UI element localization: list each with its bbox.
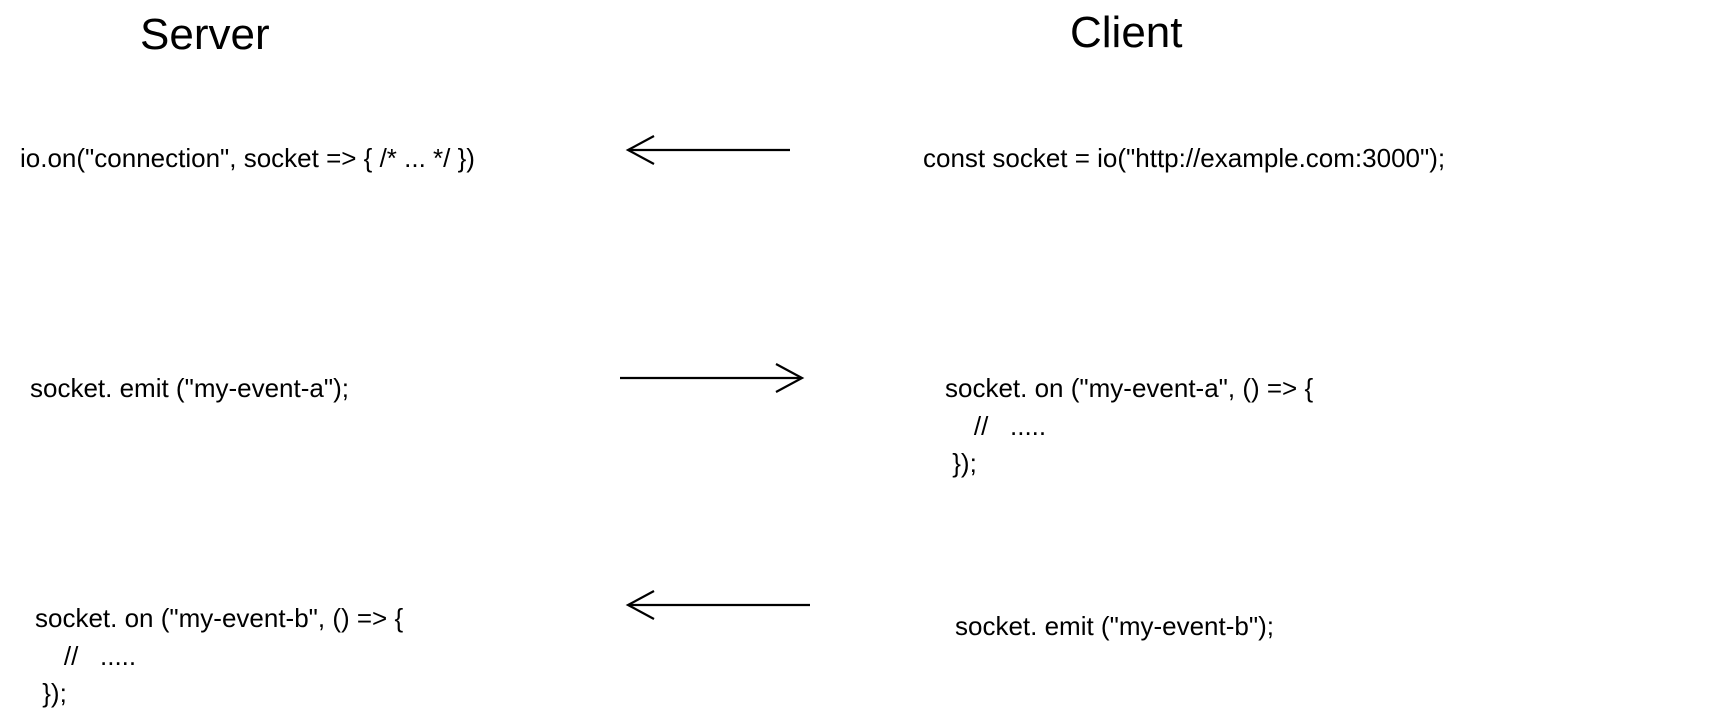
heading-client: Client — [1070, 8, 1183, 58]
arrow-left-icon — [610, 585, 820, 625]
heading-server: Server — [140, 10, 270, 60]
server-code-row3: socket. on ("my-event-b", () => { // ...… — [35, 600, 403, 713]
client-code-row2: socket. on ("my-event-a", () => { // ...… — [945, 370, 1313, 483]
server-code-row2: socket. emit ("my-event-a"); — [30, 370, 349, 408]
diagram-canvas: Server Client io.on("connection", socket… — [0, 0, 1722, 726]
client-code-row3: socket. emit ("my-event-b"); — [955, 608, 1274, 646]
arrow-left-icon — [610, 130, 800, 170]
server-code-row1: io.on("connection", socket => { /* ... *… — [20, 140, 475, 178]
client-code-row1: const socket = io("http://example.com:30… — [923, 140, 1445, 178]
arrow-right-icon — [610, 358, 820, 398]
